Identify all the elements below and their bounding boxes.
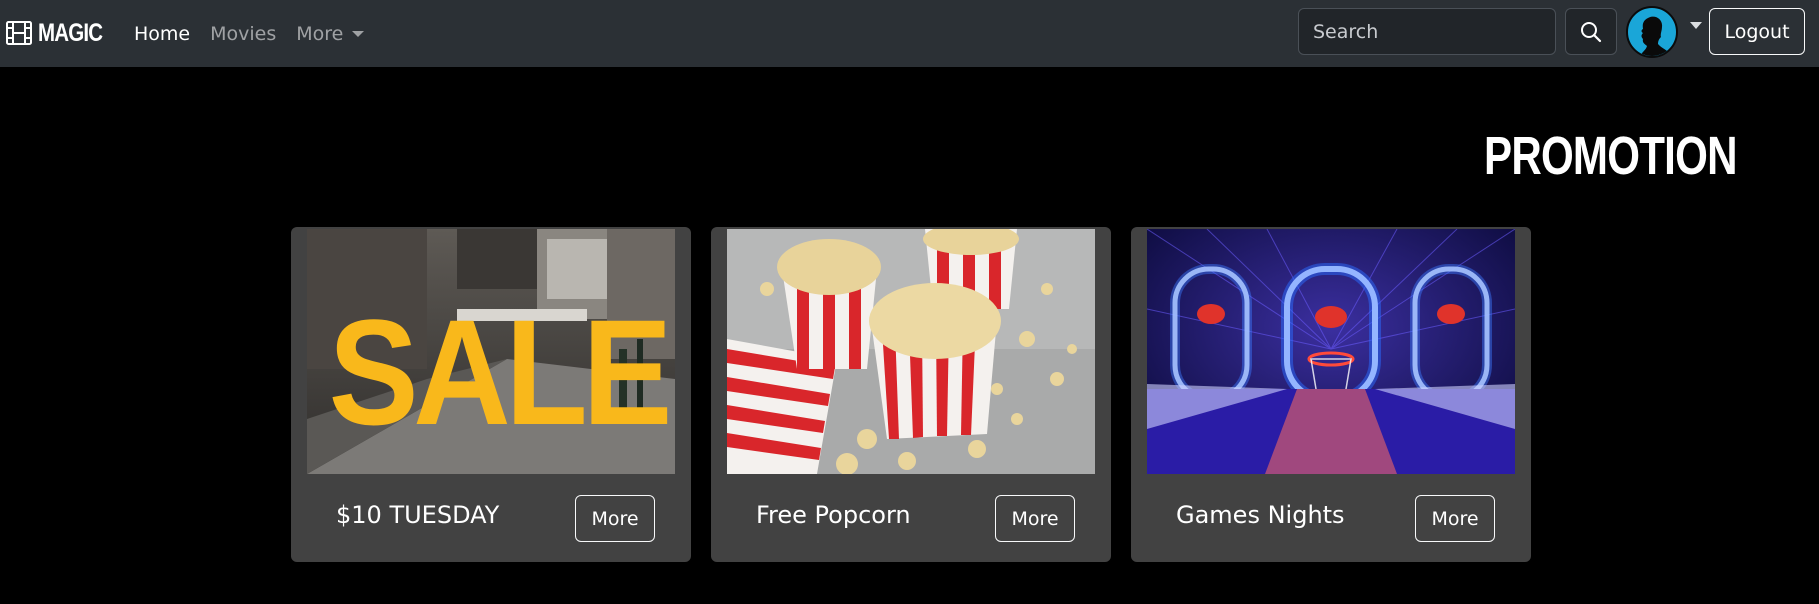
user-menu-toggle[interactable] [1626,6,1702,58]
top-navbar: MAGIC Home Movies More Logout [0,0,1819,67]
avatar [1626,6,1678,58]
more-button[interactable]: More [575,495,655,542]
arcade-basketball-image [1147,229,1515,474]
brand-link[interactable]: MAGIC [6,16,116,50]
promotion-card: Free Popcorn More [711,227,1111,562]
popcorn-boxes-image [727,229,1095,474]
nav-link-movies[interactable]: Movies [210,23,276,45]
promotion-card: Games Nights More [1131,227,1531,562]
sale-sign-text: SALE [329,289,668,456]
nav-dropdown-more[interactable]: More [296,22,365,45]
page-title: PROMOTION [1484,126,1737,186]
more-button[interactable]: More [1415,495,1495,542]
search-button[interactable] [1565,8,1617,55]
user-silhouette-icon [1640,16,1672,56]
search-input[interactable] [1298,8,1556,55]
film-icon [6,21,32,45]
card-title: $10 TUESDAY [336,501,500,529]
card-title: Free Popcorn [756,501,911,529]
sale-sign-street-image: SALE [307,229,675,474]
brand-name: MAGIC [38,18,103,47]
search-icon [1581,21,1602,42]
caret-down-icon [1690,21,1702,29]
nav-link-home[interactable]: Home [134,23,190,45]
nav-links: Home Movies More [134,0,384,67]
more-button[interactable]: More [995,495,1075,542]
caret-down-icon [352,30,365,37]
nav-dropdown-more-label: More [296,22,344,45]
promotion-card: SALE $10 TUESDAY More [291,227,691,562]
logout-button[interactable]: Logout [1709,8,1805,55]
card-title: Games Nights [1176,501,1345,529]
